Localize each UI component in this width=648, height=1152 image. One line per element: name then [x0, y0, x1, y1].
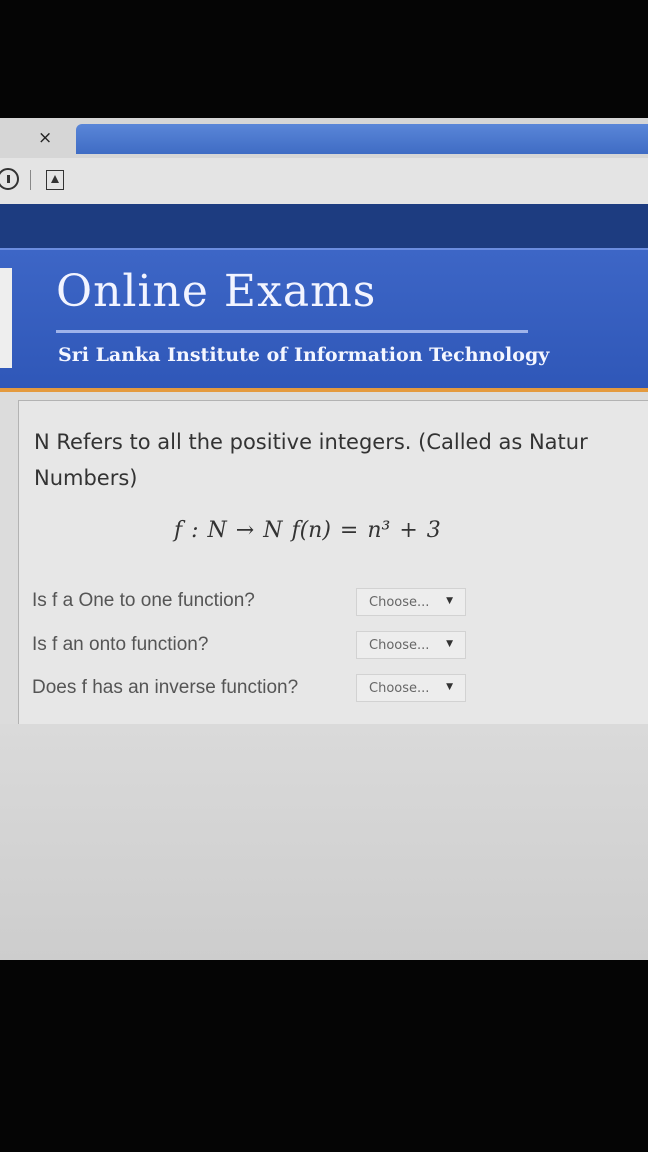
dropdown-arrow-icon: ▼ [446, 682, 453, 692]
dropdown-arrow-icon: ▼ [446, 596, 453, 606]
close-tab-icon[interactable]: × [38, 128, 52, 148]
function-formula: f : N → N f(n) = n³ + 3 [174, 518, 441, 543]
site-subtitle: Sri Lanka Institute of Information Techn… [58, 344, 550, 366]
site-top-band [0, 204, 648, 248]
monitor-screen: × Online Exams Sri Lanka Institute of In… [0, 118, 648, 960]
question-text: N Refers to all the positive integers. (… [34, 424, 648, 496]
question-1-label: Is f a One to one function? [32, 590, 255, 611]
page-icon[interactable] [46, 170, 64, 190]
active-tab[interactable] [76, 124, 648, 154]
select-value: Choose... [369, 595, 430, 610]
question-line-2: Numbers) [34, 466, 138, 490]
site-title: Online Exams [56, 266, 377, 317]
question-line-1: N Refers to all the positive integers. (… [34, 430, 588, 454]
dropdown-arrow-icon: ▼ [446, 639, 453, 649]
question-3-select[interactable]: Choose... ▼ [356, 674, 466, 702]
question-2-label: Is f an onto function? [32, 634, 209, 655]
question-1-select[interactable]: Choose... ▼ [356, 588, 466, 616]
title-divider [56, 330, 528, 333]
question-2-select[interactable]: Choose... ▼ [356, 631, 466, 659]
page-blank-area [0, 724, 648, 960]
question-3-label: Does f has an inverse function? [32, 677, 299, 698]
browser-toolbar [0, 158, 648, 204]
select-value: Choose... [369, 638, 430, 653]
select-value: Choose... [369, 681, 430, 696]
browser-tab-bar: × [0, 118, 648, 158]
toolbar-divider [30, 170, 31, 190]
header-accent-rule [0, 388, 648, 392]
header-logo-edge [0, 268, 12, 368]
